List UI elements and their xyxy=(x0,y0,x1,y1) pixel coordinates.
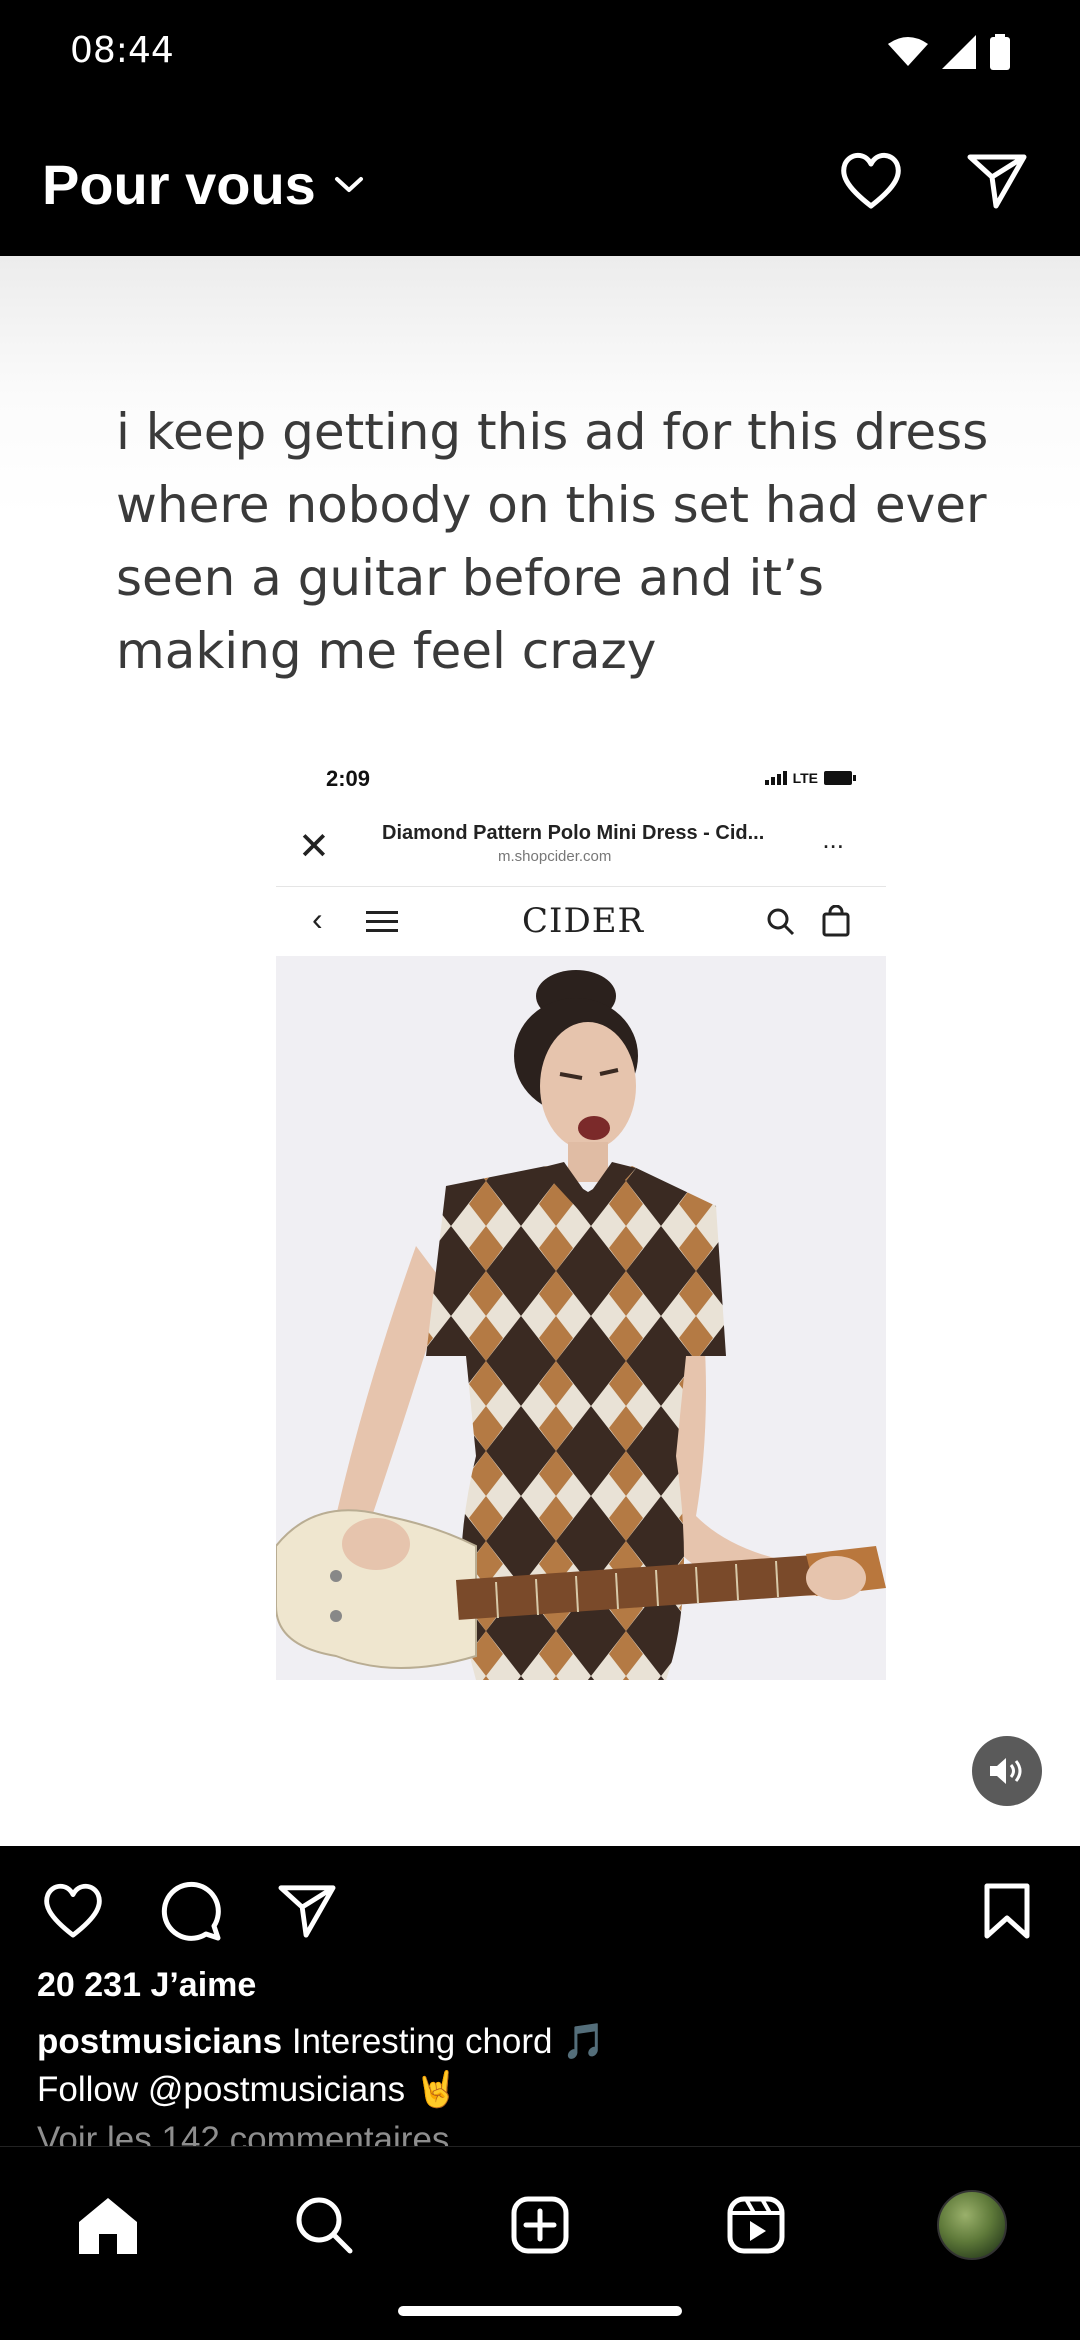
likes-count[interactable]: 20 231 J’aime xyxy=(37,1966,256,2005)
battery-icon xyxy=(990,34,1010,70)
screenshot-network: LTE xyxy=(792,770,818,786)
bookmark-icon xyxy=(984,1883,1030,1939)
post-info: 20 231 J’aime postmusicians Interesting … xyxy=(0,1960,1080,2146)
screenshot-status-icons: LTE xyxy=(764,770,856,786)
heart-icon xyxy=(44,1883,102,1938)
home-indicator[interactable] xyxy=(398,2306,682,2316)
notifications-button[interactable] xyxy=(836,146,906,216)
home-icon xyxy=(79,2198,137,2254)
nav-profile[interactable] xyxy=(932,2185,1012,2265)
screenshot-site-nav: ‹ CIDER xyxy=(276,886,886,956)
battery-icon xyxy=(824,771,856,785)
status-icons xyxy=(888,34,1010,70)
product-photo xyxy=(276,956,886,1680)
comment-icon xyxy=(161,1881,221,1941)
signal-icon xyxy=(764,771,787,785)
nav-home[interactable] xyxy=(68,2185,148,2265)
menu-icon xyxy=(366,911,398,932)
feed-title-label: Pour vous xyxy=(42,153,316,216)
volume-button[interactable] xyxy=(972,1736,1042,1806)
search-icon xyxy=(296,2197,353,2254)
wifi-icon xyxy=(888,37,928,66)
post-media[interactable]: i keep getting this ad for this dress wh… xyxy=(0,256,1080,1846)
heart-icon xyxy=(841,152,901,209)
chevron-down-icon xyxy=(334,176,363,192)
direct-messages-button[interactable] xyxy=(962,146,1032,216)
signal-icon xyxy=(942,35,976,69)
nav-search[interactable] xyxy=(284,2185,364,2265)
embedded-screenshot: 2:09 LTE ✕ Diamond Pattern Polo Mini Dre… xyxy=(276,756,886,1846)
send-icon xyxy=(967,154,1027,209)
shopping-bag-icon xyxy=(822,905,850,937)
search-icon xyxy=(767,908,795,936)
comment-button[interactable] xyxy=(156,1876,226,1946)
create-icon xyxy=(511,2196,569,2254)
feed-header: Pour vous xyxy=(0,110,1080,256)
view-comments-link[interactable]: Voir les 142 commentaires xyxy=(37,2120,449,2146)
screenshot-time: 2:09 xyxy=(326,766,371,791)
screenshot-page-title: Diamond Pattern Polo Mini Dress - Cid... xyxy=(382,822,765,844)
model-with-guitar-illustration xyxy=(276,970,886,1680)
reels-icon xyxy=(727,2196,785,2254)
caption-username[interactable]: postmusicians xyxy=(37,2022,282,2061)
close-icon: ✕ xyxy=(298,826,330,868)
save-button[interactable] xyxy=(972,1876,1042,1946)
status-bar: 08:44 xyxy=(0,0,1080,110)
post-caption: postmusicians Interesting chord 🎵 Follow… xyxy=(37,2018,1037,2114)
feed-selector[interactable]: Pour vous xyxy=(42,152,364,217)
post-actions xyxy=(0,1846,1080,1966)
nav-create[interactable] xyxy=(500,2185,580,2265)
avatar xyxy=(937,2190,1007,2260)
caption-text: Interesting chord 🎵 xyxy=(291,2022,606,2061)
meme-caption: i keep getting this ad for this dress wh… xyxy=(116,403,989,680)
send-icon xyxy=(278,1885,336,1938)
chevron-left-icon: ‹ xyxy=(312,901,323,937)
volume-icon xyxy=(990,1758,1022,1784)
like-button[interactable] xyxy=(38,1876,108,1946)
share-button[interactable] xyxy=(272,1876,342,1946)
screenshot-domain: m.shopcider.com xyxy=(498,848,612,865)
caption-line-2: Follow @postmusicians 🤘 xyxy=(37,2070,459,2109)
nav-reels[interactable] xyxy=(716,2185,796,2265)
screenshot-url-bar: ✕ Diamond Pattern Polo Mini Dress - Cid.… xyxy=(276,806,886,886)
status-time: 08:44 xyxy=(70,30,174,71)
cider-logo: CIDER xyxy=(522,901,645,941)
screenshot-more-icon: ... xyxy=(822,824,844,854)
